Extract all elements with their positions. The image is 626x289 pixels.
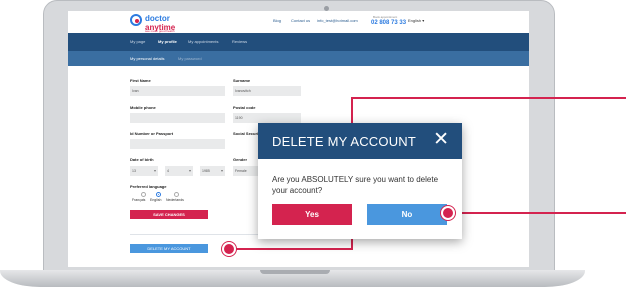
- chevron-down-icon: ▾: [220, 168, 223, 173]
- id-label: Id Number or Passport: [130, 131, 174, 136]
- contact-link[interactable]: Contact us: [291, 18, 310, 23]
- social-security-label: Social Securi: [233, 131, 259, 136]
- surname-label: Surname: [233, 78, 251, 83]
- callout-line-delete-h: [229, 248, 353, 250]
- main-nav: My page My profile My appointments Revie…: [68, 33, 529, 51]
- mobile-label: Mobile phone: [130, 105, 156, 110]
- preferred-language-label: Preferred language: [130, 184, 167, 189]
- tab-my-appointments[interactable]: My appointments: [188, 39, 218, 44]
- email-link[interactable]: info_test@hotmail.com: [317, 18, 358, 23]
- delete-account-dialog: DELETE MY ACCOUNT ✕ Are you ABSOLUTELY s…: [258, 123, 462, 239]
- callout-dot-no: [441, 206, 455, 220]
- callout-line-delete-top: [351, 97, 626, 99]
- language-select[interactable]: English ▾: [408, 18, 424, 23]
- radio-english[interactable]: [156, 192, 161, 197]
- blog-link[interactable]: Blog: [273, 18, 281, 23]
- chevron-down-icon: ▾: [188, 168, 191, 173]
- dialog-title: DELETE MY ACCOUNT: [272, 134, 417, 149]
- callout-dot-delete: [222, 242, 236, 256]
- dob-month-value: 4: [167, 169, 169, 173]
- dob-year-value: 1985: [202, 169, 210, 173]
- language-value: English: [408, 18, 422, 23]
- logo-name: doctor: [145, 14, 170, 23]
- close-icon[interactable]: ✕: [433, 130, 449, 150]
- radio-francais[interactable]: [141, 192, 146, 197]
- dob-day-value: 13: [132, 169, 136, 173]
- tab-my-profile[interactable]: My profile: [158, 39, 177, 44]
- first-name-field[interactable]: Ivan: [130, 86, 225, 96]
- sub-nav: My personal details My password: [68, 51, 529, 66]
- surname-field[interactable]: Ivanovitch: [233, 86, 301, 96]
- postal-field[interactable]: 1190: [233, 113, 301, 123]
- dob-day-select[interactable]: 13 ▾: [130, 166, 158, 176]
- radio-nederlands[interactable]: [174, 192, 179, 197]
- dialog-message: Are you ABSOLUTELY sure you want to dele…: [272, 175, 439, 195]
- logo-icon: [130, 14, 142, 26]
- gender-label: Gender: [233, 157, 248, 162]
- dob-year-select[interactable]: 1985 ▾: [200, 166, 225, 176]
- tab-password[interactable]: My password: [178, 56, 202, 61]
- mobile-field[interactable]: [130, 113, 225, 123]
- yes-button[interactable]: Yes: [272, 204, 352, 225]
- delete-account-button[interactable]: DELETE MY ACCOUNT: [130, 244, 208, 253]
- laptop-notch: [260, 270, 330, 274]
- no-button[interactable]: No: [367, 204, 447, 225]
- chevron-down-icon: ▾: [422, 18, 425, 23]
- callout-line-no: [448, 212, 626, 214]
- dialog-header: DELETE MY ACCOUNT ✕: [258, 123, 462, 159]
- chevron-down-icon: ▾: [153, 168, 156, 173]
- postal-label: Postal code: [233, 105, 256, 110]
- save-changes-button[interactable]: SAVE CHANGES: [130, 210, 208, 219]
- phone-number[interactable]: 02 808 73 33: [371, 20, 406, 26]
- first-name-label: First Name: [130, 78, 151, 83]
- tab-reviews[interactable]: Reviews: [232, 39, 247, 44]
- dob-month-select[interactable]: 4 ▾: [165, 166, 193, 176]
- radio-label-english: English: [150, 198, 162, 202]
- tab-my-page[interactable]: My page: [130, 39, 145, 44]
- id-field[interactable]: [130, 139, 225, 149]
- dob-label: Date of birth: [130, 157, 154, 162]
- tab-personal-details[interactable]: My personal details: [130, 56, 164, 61]
- gender-value: Female: [235, 169, 247, 173]
- radio-label-nederlands: Nederlands: [166, 198, 184, 202]
- appointment-label: Book appointment: [373, 15, 398, 19]
- radio-label-francais: Français: [132, 198, 146, 202]
